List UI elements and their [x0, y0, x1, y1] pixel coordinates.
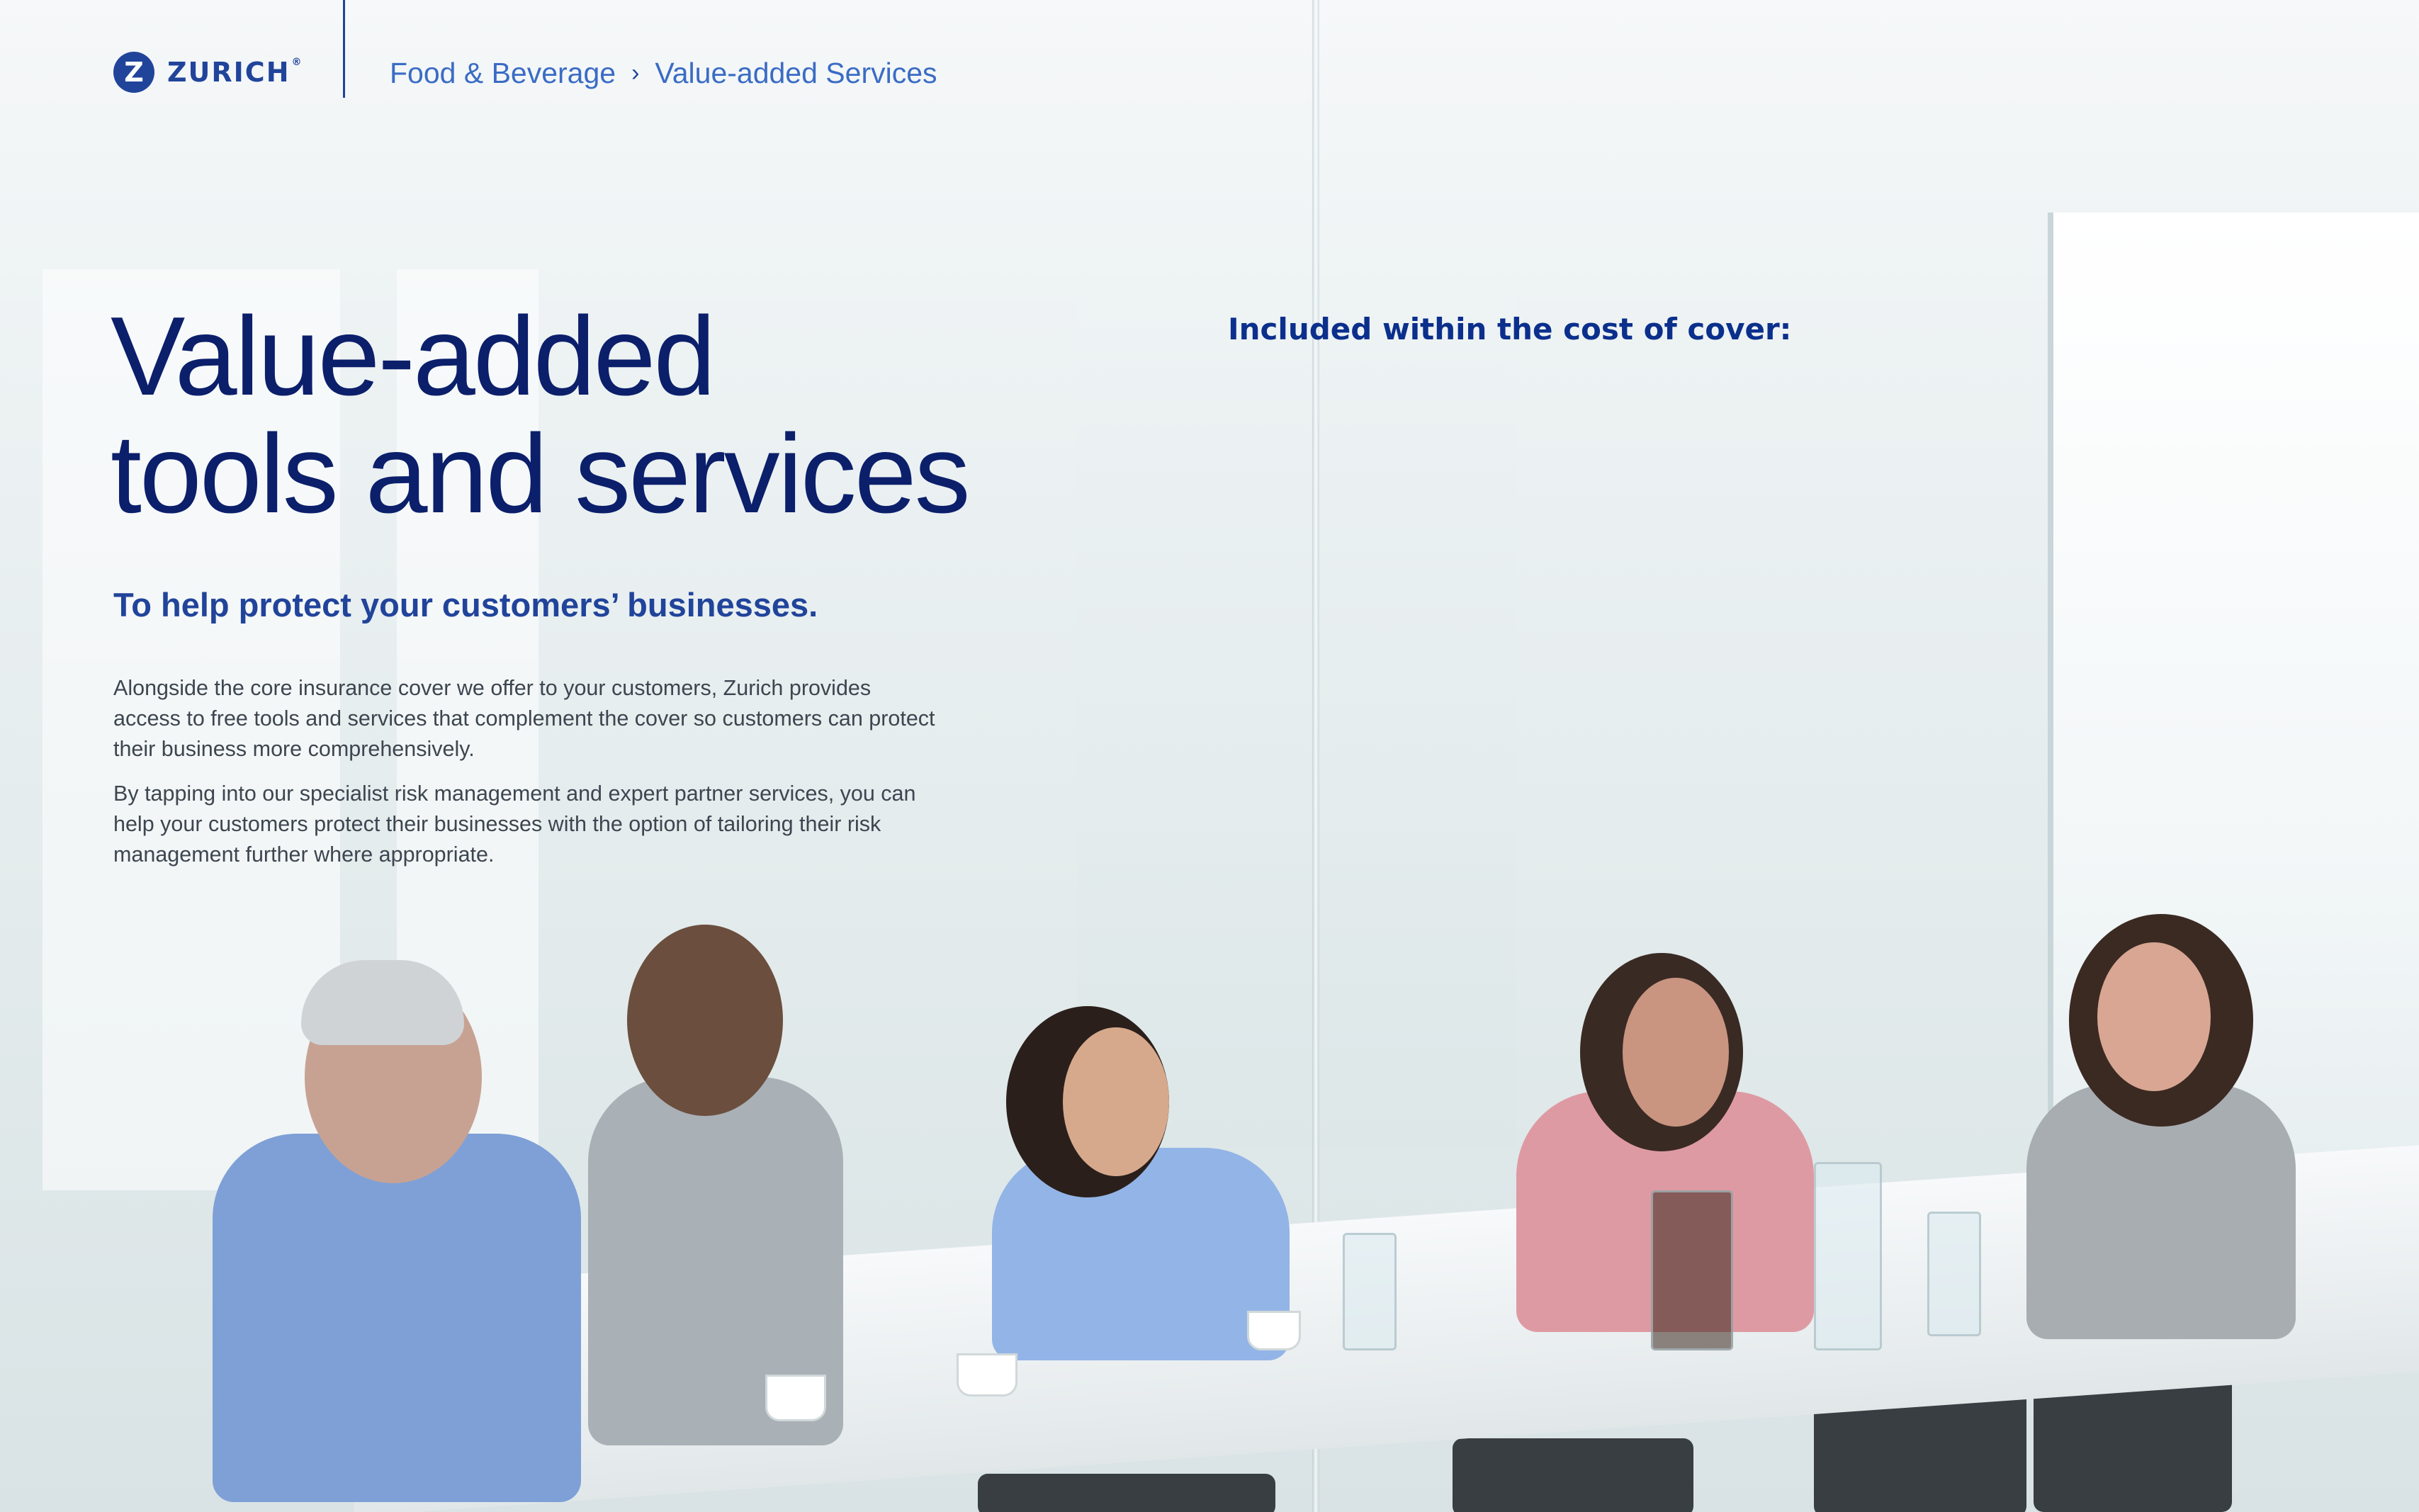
header: Z ZURICH ®: [113, 44, 303, 101]
intro-paragraph-2: By tapping into our specialist risk mana…: [113, 782, 916, 867]
breadcrumb-separator: ›: [631, 60, 640, 86]
breadcrumb-item-food-beverage[interactable]: Food & Beverage: [390, 57, 616, 90]
header-divider: [343, 0, 345, 98]
breadcrumb-item-value-added-services[interactable]: Value-added Services: [655, 57, 937, 90]
included-heading: Included within the cost of cover:: [1228, 312, 1792, 346]
title-line-2: tools and services: [111, 412, 971, 536]
title-line-1: Value-added: [111, 294, 716, 419]
registered-mark: ®: [291, 57, 303, 68]
zurich-logo-icon: Z: [113, 52, 154, 93]
logo-text: ZURICH ®: [167, 57, 303, 88]
intro-paragraph-1: Alongside the core insurance cover we of…: [113, 676, 935, 761]
breadcrumb: Food & Beverage › Value-added Services: [390, 57, 937, 90]
zurich-logo[interactable]: Z ZURICH ®: [113, 52, 303, 93]
page-subtitle: To help protect your customers’ business…: [113, 586, 818, 624]
page-title: Value-added tools and services: [111, 298, 971, 536]
